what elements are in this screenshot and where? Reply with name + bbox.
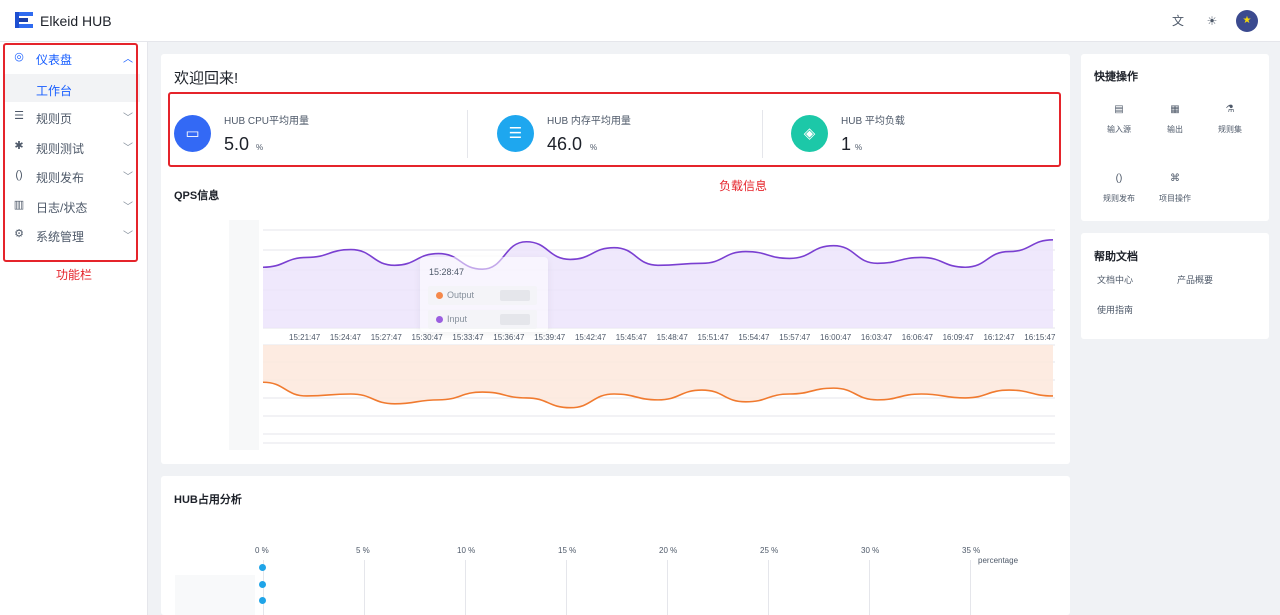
quick-action-output[interactable]: ▦ 输出 [1152, 104, 1198, 135]
usage-axis-label: percentage [978, 556, 1019, 565]
help-link-docs[interactable]: 文档中心 [1097, 273, 1133, 286]
usage-title: HUB占用分析 [174, 494, 242, 506]
usage-card [161, 476, 1070, 615]
brackets-icon: () [1115, 173, 1123, 184]
x-tick-label: 15:42:47 [574, 333, 607, 342]
x-tick-label: 15:54:47 [738, 333, 770, 342]
usage-grid-line [364, 560, 365, 615]
usage-grid-line [566, 560, 567, 615]
usage-label-area [175, 575, 255, 615]
help-title: 帮助文档 [1094, 251, 1138, 263]
quick-action-rule-publish[interactable]: () 规则发布 [1096, 173, 1142, 204]
flask-icon: ⚗ [1225, 104, 1235, 115]
usage-point[interactable] [259, 597, 266, 604]
tooltip-row-input: Input [428, 310, 537, 329]
usage-point[interactable] [259, 581, 266, 588]
usage-grid-line [667, 560, 668, 615]
help-link-guide[interactable]: 使用指南 [1097, 303, 1133, 316]
table-icon: ▦ [1170, 104, 1180, 115]
usage-x-tick: 0 % [255, 546, 269, 555]
quick-actions-title: 快捷操作 [1094, 71, 1138, 83]
x-tick-label: 16:15:47 [1024, 333, 1056, 342]
tooltip-row-output: Output [428, 286, 537, 305]
input-dot-icon [436, 316, 443, 323]
x-tick-label: 15:36:47 [493, 333, 525, 342]
x-tick-label: 15:57:47 [779, 333, 811, 342]
quick-action-input-source[interactable]: ▤ 输入源 [1096, 104, 1142, 135]
x-tick-label: 15:45:47 [615, 333, 647, 342]
x-tick-label: 15:39:47 [534, 333, 566, 342]
x-tick-label: 16:03:47 [860, 333, 893, 342]
help-link-overview[interactable]: 产品概要 [1177, 273, 1213, 286]
x-tick-label: 15:27:47 [370, 333, 402, 342]
x-tick-label: 16:12:47 [983, 333, 1015, 342]
usage-grid-line [869, 560, 870, 615]
usage-x-tick: 30 % [861, 546, 880, 555]
x-tick-label: 15:51:47 [697, 333, 729, 342]
usage-x-tick: 20 % [659, 546, 678, 555]
quick-action-project[interactable]: ⌘ 项目操作 [1152, 173, 1198, 204]
x-tick-label: 15:24:47 [329, 333, 361, 342]
output-dot-icon [436, 292, 443, 299]
usage-x-tick: 15 % [558, 546, 577, 555]
tooltip-time: 15:28:47 [429, 267, 465, 277]
usage-grid-line [465, 560, 466, 615]
x-tick-label: 16:00:47 [820, 333, 852, 342]
file-icon: ▤ [1114, 104, 1124, 115]
chart-tooltip: 15:28:47 Output Input [420, 257, 548, 332]
usage-grid-line [768, 560, 769, 615]
usage-x-tick: 25 % [760, 546, 779, 555]
x-tick-label: 15:48:47 [656, 333, 688, 342]
usage-point[interactable] [259, 564, 266, 571]
usage-x-tick: 10 % [457, 546, 476, 555]
x-tick-label: 15:30:47 [411, 333, 443, 342]
x-tick-label: 16:09:47 [942, 333, 974, 342]
x-tick-label: 15:21:47 [289, 333, 321, 342]
series-area-input [263, 239, 1053, 328]
usage-x-tick: 5 % [356, 546, 370, 555]
quick-action-ruleset[interactable]: ⚗ 规则集 [1207, 104, 1253, 135]
x-tick-label: 15:33:47 [452, 333, 484, 342]
usage-x-tick: 35 % [962, 546, 981, 555]
x-tick-label: 16:06:47 [901, 333, 933, 342]
command-icon: ⌘ [1170, 173, 1180, 184]
usage-grid-line [970, 560, 971, 615]
